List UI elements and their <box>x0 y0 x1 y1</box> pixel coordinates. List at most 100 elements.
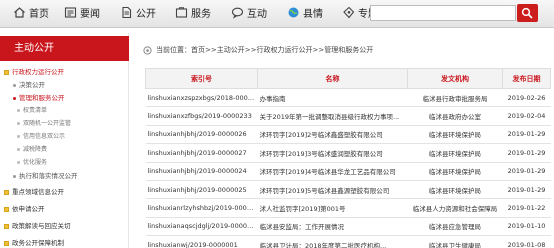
newspaper-icon <box>64 6 77 19</box>
sidebar-item-guarantee[interactable]: 政务公开保障机制 <box>0 237 129 247</box>
nav-home[interactable]: 首页 <box>13 0 49 24</box>
cell-name-link[interactable]: 关于2019年第一批调整取消县级行政权力事项... <box>257 106 408 126</box>
nav-county[interactable]: 县情 <box>287 0 323 24</box>
cell-index: linshuxianaqscjdglj/2019-0000001 <box>145 217 258 237</box>
document-icon <box>120 6 133 19</box>
sidebar-item-execution[interactable]: 执行和落实情况公开 <box>0 170 129 180</box>
sidebar-item-management-service[interactable]: 管理和服务公开 <box>0 92 129 102</box>
cell-index: linshuxianhjbhj/2019-0000027 <box>145 143 258 163</box>
folder-icon <box>4 69 9 75</box>
cell-date: 2019-01-29 <box>502 125 551 145</box>
nav-service[interactable]: 服务 <box>175 0 211 24</box>
bullet-icon <box>13 96 16 100</box>
column-header-index: 索引号 <box>145 68 258 89</box>
cell-index: linshuxianhjbhj/2019-0000026 <box>145 125 258 145</box>
folder-icon <box>4 206 9 212</box>
cell-name-link[interactable]: 沭环罚字[2019]3号临沭盛润塑胶有限公司 <box>257 143 408 163</box>
sidebar-item-power-list[interactable]: 权责清单 <box>0 105 129 114</box>
nav-service-label: 服务 <box>191 8 211 20</box>
cell-agency: 临沭县环境保护局 <box>407 125 503 145</box>
special-icon <box>342 6 355 19</box>
bullet-icon <box>17 122 20 125</box>
cell-index: linshuxianhjbhj/2019-0000025 <box>145 180 258 200</box>
cell-name-link[interactable]: 临沭县卫计局：2018年度第二批医疗机构... <box>257 235 408 248</box>
nav-open[interactable]: 公开 <box>120 0 156 24</box>
cell-date: 2019-01-29 <box>502 162 551 181</box>
cell-agency: 临沭县卫生健康局 <box>407 235 503 248</box>
cell-agency: 临沭县政府办公室 <box>407 106 503 126</box>
bullet-icon <box>17 148 20 151</box>
nav-interact-label: 互动 <box>247 8 267 20</box>
cell-index: linshuxianxzspzxbgs/2018-0000186 <box>145 88 258 108</box>
cell-name-link[interactable]: 临沭县安监局：工作开展情况 <box>257 217 408 237</box>
top-nav: 首页 要闻 公开 服务 互动 县情 专题 <box>0 0 554 28</box>
table-row[interactable]: linshuxianhjbhj/2019-0000024 沭环罚字[2019]4… <box>145 162 551 181</box>
document-table: 索引号 名称 发文机构 发布日期 linshuxianxzspzxbgs/201… <box>145 68 551 248</box>
nav-open-label: 公开 <box>136 8 156 20</box>
cell-date: 2019-01-08 <box>502 235 551 248</box>
cell-name-link[interactable]: 办事指南 <box>257 88 408 108</box>
sidebar-item-policy-interpretation[interactable]: 政策解读与回应关切 <box>0 220 129 230</box>
column-header-date: 发布日期 <box>502 68 551 89</box>
cell-index: linshuxianxzfbgs/2019-0000233 <box>145 106 258 126</box>
sidebar-item-credit-info[interactable]: 信用信息双公示 <box>0 131 129 140</box>
table-row[interactable]: linshuxianxzfbgs/2019-0000233 关于2019年第一批… <box>145 106 551 126</box>
nav-interact[interactable]: 互动 <box>231 0 267 24</box>
nav-news-label: 要闻 <box>80 8 100 20</box>
search-button[interactable] <box>517 4 538 22</box>
table-row[interactable]: linshuxianxzspzxbgs/2018-0000186 办事指南 临沭… <box>145 88 551 108</box>
sidebar-item-optimize-service[interactable]: 优化服务 <box>0 157 129 166</box>
cell-agency: 临沭县行政审批服务局 <box>407 88 503 108</box>
table-row[interactable]: linshuxianhjbhj/2019-0000025 沭环罚字[2019]5… <box>145 180 551 200</box>
sidebar-item-by-request[interactable]: 依申请公开 <box>0 203 129 213</box>
cell-date: 2019-01-10 <box>502 217 551 237</box>
breadcrumb-text[interactable]: 当前位置：首页>>主动公开>>行政权力运行公开>>管理和服务公开 <box>156 45 373 55</box>
cell-date: 2019-01-22 <box>502 198 551 218</box>
cell-index: linshuxianhjbhj/2019-0000024 <box>145 162 258 181</box>
bullet-icon <box>13 83 16 87</box>
folder-icon <box>4 223 9 229</box>
sidebar-title: 主动公开 <box>0 36 129 61</box>
folder-icon <box>4 189 9 195</box>
nav-home-label: 首页 <box>29 8 49 20</box>
cell-agency: 临沭县环境保护局 <box>407 143 503 163</box>
nav-news[interactable]: 要闻 <box>64 0 100 24</box>
cell-date: 2019-01-29 <box>502 180 551 200</box>
table-row[interactable]: linshuxianhjbhj/2019-0000026 沭环罚字[2019]2… <box>145 125 551 145</box>
sidebar-item-admin-power[interactable]: 行政权力运行公开 <box>0 66 129 76</box>
cell-name-link[interactable]: 沭环罚字[2019]5号临沭县鑫源塑胶有限公司 <box>257 180 408 200</box>
breadcrumb: 当前位置：首页>>主动公开>>行政权力运行公开>>管理和服务公开 <box>143 44 373 56</box>
table-row[interactable]: linshuxianhjbhj/2019-0000027 沭环罚字[2019]3… <box>145 143 551 163</box>
cell-agency: 临沭县人力资源和社会保障局 <box>407 198 503 218</box>
search-input[interactable] <box>370 5 516 21</box>
folder-icon <box>4 240 9 246</box>
home-icon <box>13 6 26 19</box>
chat-icon <box>231 6 244 19</box>
table-row[interactable]: linshuxianaqscjdglj/2019-0000001 临沭县安监局：… <box>145 217 551 237</box>
cell-agency: 临沭县应急管理局 <box>407 217 503 237</box>
search-icon <box>521 7 533 19</box>
cell-date: 2019-02-04 <box>502 106 551 126</box>
cell-agency: 临沭县环境保护局 <box>407 162 503 181</box>
location-icon <box>143 45 152 55</box>
sidebar-item-key-areas[interactable]: 重点领域信息公开 <box>0 186 129 196</box>
service-icon <box>175 6 188 19</box>
bullet-icon <box>17 109 20 112</box>
sidebar-item-double-random[interactable]: 双随机一公开监管 <box>0 118 129 127</box>
cell-name-link[interactable]: 沭人社监罚字[2019]第001号 <box>257 198 408 218</box>
sidebar: 主动公开 行政权力运行公开 决策公开 管理和服务公开 权责清单 双随机一公开监管… <box>0 33 129 248</box>
cell-date: 2019-02-26 <box>502 88 551 108</box>
cell-index: linshuxianrlzyhshbzj/2019-0000078 <box>145 198 258 218</box>
column-header-name: 名称 <box>257 68 408 89</box>
bullet-icon <box>17 135 20 138</box>
sidebar-item-decision[interactable]: 决策公开 <box>0 79 129 89</box>
table-row[interactable]: linshuxianwj/2019-0000001 临沭县卫计局：2018年度第… <box>145 235 551 248</box>
table-row[interactable]: linshuxianrlzyhshbzj/2019-0000078 沭人社监罚字… <box>145 198 551 218</box>
sidebar-item-tax-cut[interactable]: 减税降费 <box>0 144 129 153</box>
table-header-row: 索引号 名称 发文机构 发布日期 <box>145 68 551 89</box>
bullet-icon <box>13 174 16 178</box>
cell-index: linshuxianwj/2019-0000001 <box>145 235 258 248</box>
cell-name-link[interactable]: 沭环罚字[2019]2号临沭鑫盛塑胶有限公司 <box>257 125 408 145</box>
bullet-icon <box>17 161 20 164</box>
cell-name-link[interactable]: 沭环罚字[2019]4号临沭县华龙工艺品有限公司 <box>257 162 408 181</box>
